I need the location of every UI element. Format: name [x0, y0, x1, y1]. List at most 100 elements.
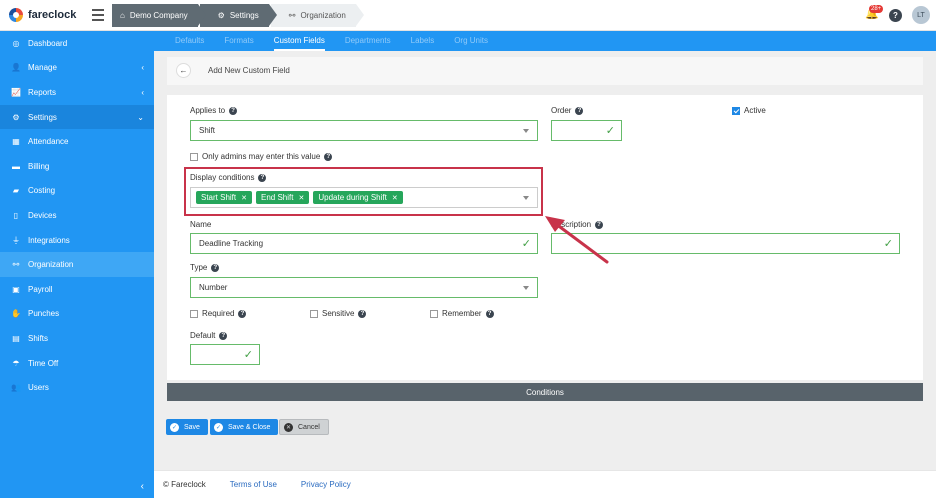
sidebar-item-users[interactable]: 👥 Users: [0, 375, 154, 400]
sidebar-item-devices[interactable]: ▯ Devices: [0, 203, 154, 228]
tablet-icon: ▯: [13, 210, 19, 220]
help-icon[interactable]: ?: [219, 331, 228, 340]
user-icon: 👤: [11, 63, 21, 73]
sidebar-item-manage[interactable]: 👤 Manage ‹: [0, 56, 154, 81]
sidebar-item-time-off[interactable]: ☂ Time Off: [0, 351, 154, 376]
menu-toggle-icon[interactable]: [92, 9, 104, 21]
footer: © Fareclock Terms of Use Privacy Policy: [154, 470, 936, 498]
org-chart-icon: ⚯: [12, 260, 20, 270]
help-icon[interactable]: ?: [575, 106, 584, 115]
dashboard-icon: ◎: [12, 38, 20, 48]
sidebar-item-reports[interactable]: 📈 Reports ‹: [0, 80, 154, 105]
calendar-icon: ▦: [12, 137, 20, 147]
app-logo[interactable]: fareclock: [9, 8, 76, 22]
custom-field-form: Applies to? Shift Order? ✓ Active Only a…: [167, 95, 923, 380]
sidebar-item-dashboard[interactable]: ◎ Dashboard: [0, 31, 154, 56]
sidebar-item-organization[interactable]: ⚯ Organization: [0, 252, 154, 277]
description-label: Description?: [551, 220, 604, 229]
sidebar: ◎ Dashboard 👤 Manage ‹ 📈 Reports ‹ ⚙ Settings ⌄…: [0, 31, 154, 498]
order-label: Order?: [551, 106, 584, 115]
help-icon[interactable]: ?: [595, 220, 604, 229]
help-icon[interactable]: ?: [229, 106, 238, 115]
applies-to-select[interactable]: Shift: [190, 120, 538, 141]
chevron-down-icon: ⌄: [137, 112, 144, 122]
tab-departments[interactable]: Departments: [345, 31, 391, 51]
privacy-link[interactable]: Privacy Policy: [301, 480, 351, 489]
name-input[interactable]: Deadline Tracking ✓: [190, 233, 538, 254]
home-icon: ⌂: [120, 11, 125, 20]
dropdown-caret-icon: [523, 286, 529, 290]
type-select[interactable]: Number: [190, 277, 538, 298]
folder-icon: ▰: [12, 186, 20, 196]
collapse-sidebar-icon[interactable]: ‹: [141, 481, 144, 492]
gear-icon: ⚙: [217, 11, 225, 20]
sidebar-item-punches[interactable]: ✋ Punches: [0, 302, 154, 327]
active-checkbox-row[interactable]: Active: [732, 106, 766, 115]
required-checkbox[interactable]: [190, 309, 198, 318]
breadcrumb-company[interactable]: ⌂ Demo Company: [112, 4, 206, 27]
breadcrumb: ⌂ Demo Company ⚙ Settings ⚯ Organization: [112, 4, 364, 27]
default-label: Default?: [190, 331, 228, 340]
sidebar-item-shifts[interactable]: ▤ Shifts: [0, 326, 154, 351]
tab-labels[interactable]: Labels: [411, 31, 435, 51]
help-icon[interactable]: ?: [238, 309, 247, 318]
default-input[interactable]: ✓: [190, 344, 260, 365]
description-input[interactable]: ✓: [551, 233, 900, 254]
dropdown-caret-icon: [523, 129, 529, 133]
form-header: ← Add New Custom Field: [167, 57, 923, 85]
help-icon[interactable]: ?: [485, 309, 494, 318]
conditions-section-header[interactable]: Conditions: [167, 383, 923, 401]
notification-badge: 28+: [869, 5, 884, 13]
copyright: © Fareclock: [163, 480, 206, 489]
page-title: Add New Custom Field: [208, 66, 290, 75]
help-icon[interactable]: ?: [211, 263, 220, 272]
sensitive-checkbox[interactable]: [310, 309, 318, 318]
sensitive-row[interactable]: Sensitive?: [310, 309, 367, 318]
money-icon: ▣: [12, 284, 20, 294]
order-input[interactable]: ✓: [551, 120, 622, 141]
help-icon[interactable]: ?: [324, 152, 333, 161]
avatar[interactable]: LT: [912, 6, 930, 24]
cancel-button[interactable]: ✕ Cancel: [279, 419, 329, 435]
hand-icon: ✋: [11, 309, 21, 319]
breadcrumb-settings[interactable]: ⚙ Settings: [199, 4, 277, 27]
active-checkbox[interactable]: [732, 106, 740, 115]
back-button[interactable]: ←: [176, 63, 191, 78]
remember-checkbox[interactable]: [430, 309, 438, 318]
check-icon: ✓: [521, 238, 531, 250]
fareclock-logo-icon: [9, 8, 23, 22]
help-button[interactable]: ?: [889, 8, 902, 22]
sidebar-item-integrations[interactable]: ⏚ Integrations: [0, 228, 154, 253]
sidebar-item-costing[interactable]: ▰ Costing: [0, 179, 154, 204]
sidebar-item-attendance[interactable]: ▦ Attendance: [0, 129, 154, 154]
tab-custom-fields[interactable]: Custom Fields: [273, 31, 325, 51]
check-icon: ✓: [883, 238, 893, 250]
sidebar-item-settings[interactable]: ⚙ Settings ⌄: [0, 104, 154, 130]
remember-row[interactable]: Remember?: [430, 309, 494, 318]
terms-link[interactable]: Terms of Use: [230, 480, 277, 489]
breadcrumb-organization[interactable]: ⚯ Organization: [270, 4, 364, 27]
org-chart-icon: ⚯: [288, 11, 296, 20]
save-button[interactable]: ✓ Save: [166, 419, 208, 435]
tab-formats[interactable]: Formats: [224, 31, 253, 51]
save-close-button[interactable]: ✓ Save & Close: [210, 419, 279, 435]
tab-org-units[interactable]: Org Units: [454, 31, 488, 51]
admins-only-row[interactable]: Only admins may enter this value?: [190, 152, 333, 161]
annotation-highlight-box: [184, 167, 543, 216]
help-icon[interactable]: ?: [358, 309, 367, 318]
chevron-left-icon: ‹: [141, 87, 144, 97]
app-name: fareclock: [28, 9, 77, 21]
check-icon: ✓: [243, 349, 253, 361]
admins-only-checkbox[interactable]: [190, 152, 198, 161]
close-circle-icon: ✕: [284, 422, 293, 432]
check-circle-icon: ✓: [214, 422, 223, 432]
notifications-button[interactable]: 🔔 28+: [865, 5, 884, 23]
calendar-check-icon: ▤: [12, 333, 20, 343]
gear-icon: ⚙: [12, 112, 20, 122]
sidebar-item-billing[interactable]: ▬ Billing: [0, 154, 154, 179]
tab-defaults[interactable]: Defaults: [175, 31, 204, 51]
required-row[interactable]: Required?: [190, 309, 247, 318]
sidebar-item-payroll[interactable]: ▣ Payroll: [0, 277, 154, 302]
name-label: Name: [190, 220, 212, 229]
applies-to-label: Applies to?: [190, 106, 238, 115]
